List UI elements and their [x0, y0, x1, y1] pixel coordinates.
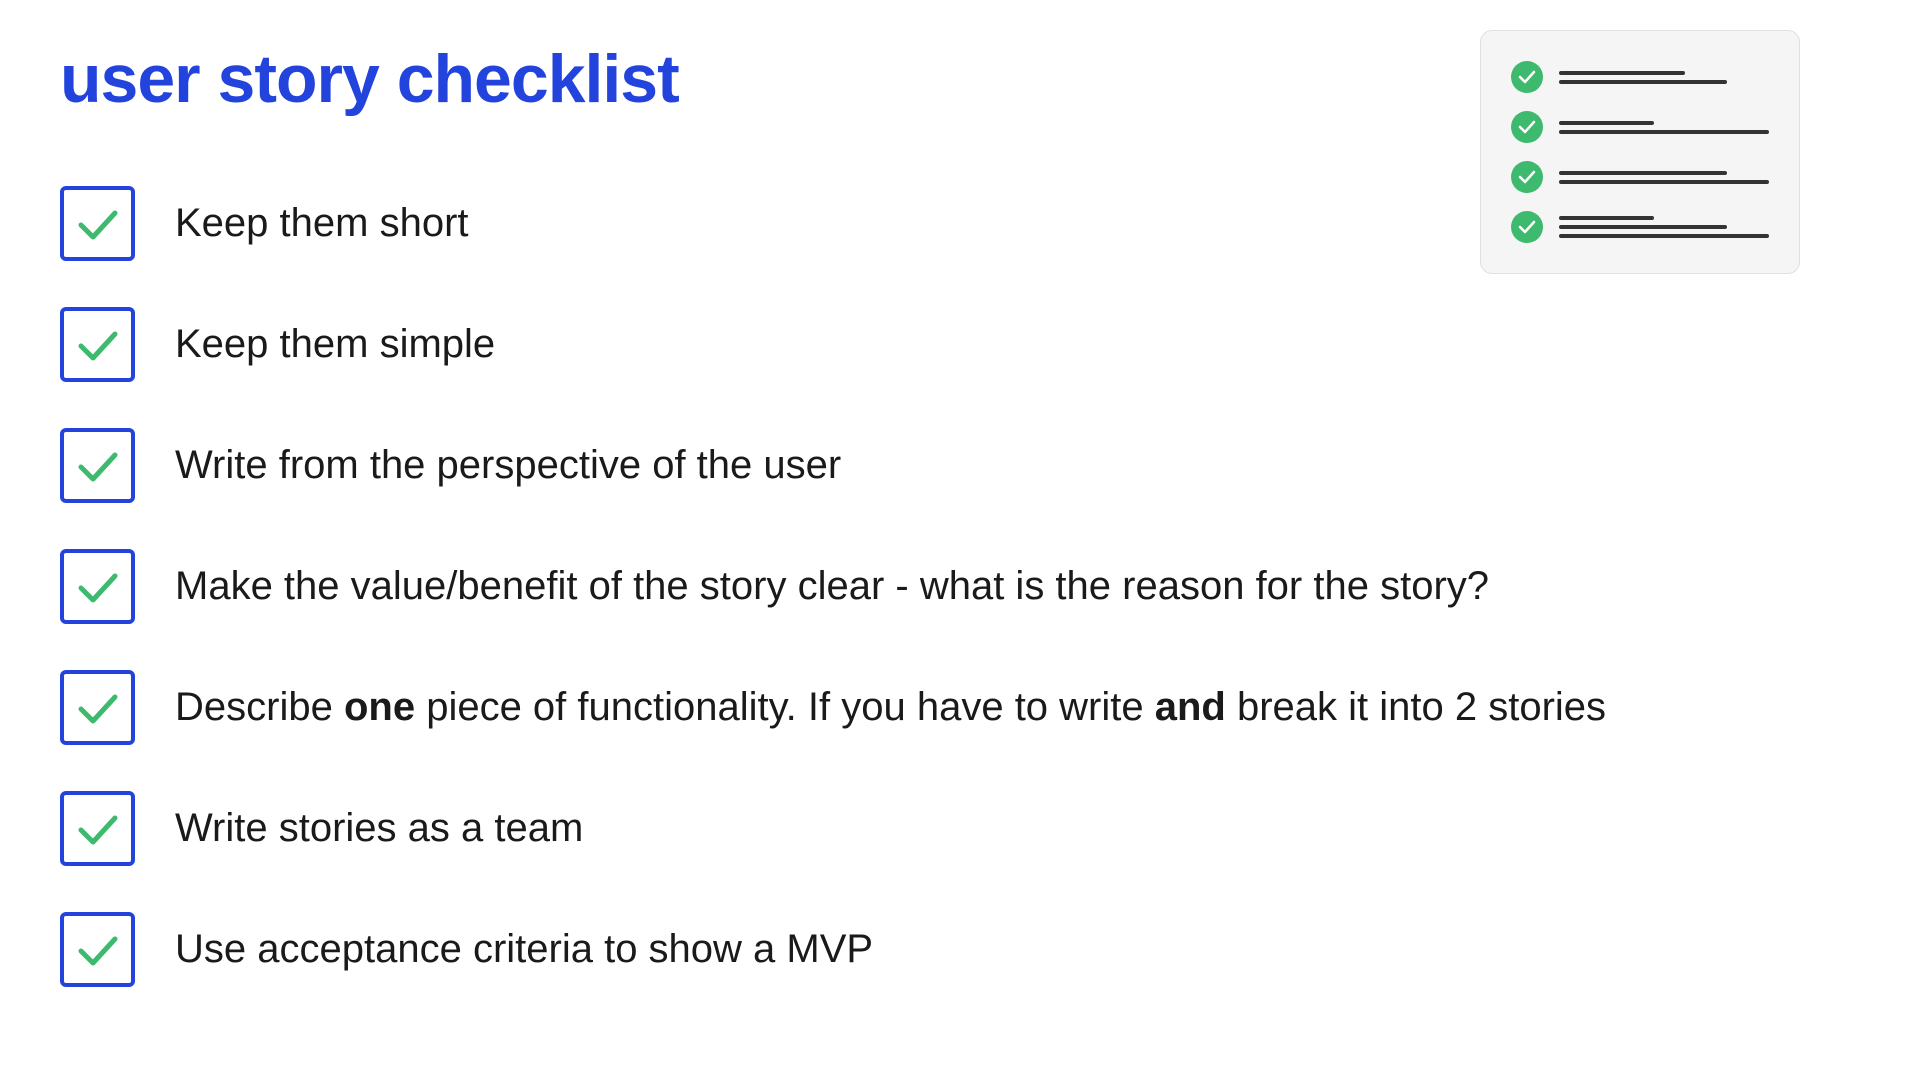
checkmark-svg-1	[73, 199, 123, 249]
item-text-1: Keep them short	[175, 201, 469, 246]
item-text-3: Write from the perspective of the user	[175, 443, 841, 488]
mini-checklist-item	[1511, 61, 1769, 93]
mini-checkmark-icon-1	[1518, 68, 1536, 86]
mini-checkmark-icon-4	[1518, 218, 1536, 236]
checkbox-icon-6	[60, 791, 135, 866]
checkbox-icon-1	[60, 186, 135, 261]
checkbox-icon-5	[60, 670, 135, 745]
mini-line	[1559, 225, 1727, 229]
mini-line	[1559, 121, 1654, 125]
item-text-7: Use acceptance criteria to show a MVP	[175, 927, 873, 972]
mini-checkmark-icon-2	[1518, 118, 1536, 136]
list-item: Use acceptance criteria to show a MVP	[60, 894, 1860, 1005]
list-item: Describe one piece of functionality. If …	[60, 652, 1860, 763]
mini-checkmark-icon-3	[1518, 168, 1536, 186]
mini-line	[1559, 216, 1654, 220]
item-text-5: Describe one piece of functionality. If …	[175, 685, 1606, 730]
checkbox-icon-2	[60, 307, 135, 382]
mini-checklist-item	[1511, 111, 1769, 143]
list-item: Keep them simple	[60, 289, 1860, 400]
mini-lines-2	[1559, 121, 1769, 134]
checkmark-svg-7	[73, 925, 123, 975]
mini-lines-4	[1559, 216, 1769, 238]
item-text-4: Make the value/benefit of the story clea…	[175, 564, 1489, 609]
item-text-6: Write stories as a team	[175, 806, 583, 851]
checkbox-icon-4	[60, 549, 135, 624]
checklist: Keep them short Keep them simple Write f…	[60, 168, 1860, 1005]
list-item: Make the value/benefit of the story clea…	[60, 531, 1860, 642]
mini-check-circle-2	[1511, 111, 1543, 143]
mini-line	[1559, 130, 1769, 134]
item-text-2: Keep them simple	[175, 322, 495, 367]
mini-lines-1	[1559, 71, 1769, 84]
checkbox-icon-3	[60, 428, 135, 503]
mini-check-circle-3	[1511, 161, 1543, 193]
main-container: user story checklist	[0, 0, 1920, 1045]
checkmark-svg-4	[73, 562, 123, 612]
mini-checklist-item	[1511, 161, 1769, 193]
mini-lines-3	[1559, 171, 1769, 184]
list-item: Write stories as a team	[60, 773, 1860, 884]
checkmark-svg-5	[73, 683, 123, 733]
checkmark-svg-2	[73, 320, 123, 370]
mini-check-circle-4	[1511, 211, 1543, 243]
mini-line	[1559, 71, 1685, 75]
mini-line	[1559, 180, 1769, 184]
checkbox-icon-7	[60, 912, 135, 987]
mini-line	[1559, 171, 1727, 175]
checkmark-svg-6	[73, 804, 123, 854]
checkmark-svg-3	[73, 441, 123, 491]
mini-line	[1559, 80, 1727, 84]
mini-checklist-item	[1511, 211, 1769, 243]
mini-line	[1559, 234, 1769, 238]
mini-checklist-card	[1480, 30, 1800, 274]
mini-check-circle-1	[1511, 61, 1543, 93]
list-item: Write from the perspective of the user	[60, 410, 1860, 521]
